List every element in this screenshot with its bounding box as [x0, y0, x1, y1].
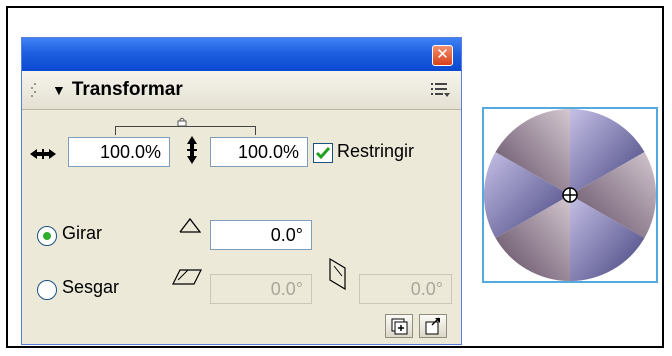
- constrain-checkbox[interactable]: [313, 143, 333, 163]
- constrain-label[interactable]: Restringir: [337, 141, 414, 162]
- close-button[interactable]: ✕: [432, 45, 453, 66]
- drag-grip-icon[interactable]: [31, 83, 37, 99]
- skew-vertical-field[interactable]: 0.0°: [359, 274, 452, 304]
- scale-width-icon: [30, 147, 56, 166]
- rotate-radio[interactable]: [37, 226, 57, 246]
- transform-panel: ✕ ▼ Transformar 100.0% 100.0% Restringir…: [21, 37, 462, 345]
- panel-header[interactable]: ▼ Transformar: [22, 71, 461, 110]
- copy-transform-button[interactable]: [385, 314, 413, 338]
- scale-height-field[interactable]: 100.0%: [210, 137, 308, 167]
- rotate-angle-icon: [179, 217, 202, 238]
- collapse-arrow-icon[interactable]: ▼: [52, 82, 66, 98]
- skew-horizontal-field[interactable]: 0.0°: [210, 274, 312, 304]
- radio-selected-dot: [43, 232, 51, 240]
- panel-options-icon[interactable]: [431, 81, 451, 104]
- scale-width-field[interactable]: 100.0%: [68, 137, 170, 167]
- rotate-label[interactable]: Girar: [62, 223, 102, 244]
- reset-transform-button[interactable]: [419, 314, 447, 338]
- skew-vertical-icon: [328, 257, 348, 295]
- rotated-circle-graphic[interactable]: [483, 108, 657, 281]
- skew-horizontal-icon: [172, 268, 202, 291]
- panel-content: 100.0% 100.0% Restringir Girar 0.0° Sesg…: [22, 110, 461, 344]
- panel-title-bar[interactable]: ✕: [22, 38, 461, 71]
- panel-title-text: Transformar: [71, 79, 183, 100]
- skew-label[interactable]: Sesgar: [62, 277, 119, 298]
- scale-height-icon: [185, 136, 199, 169]
- transform-point-icon[interactable]: [562, 187, 578, 203]
- lock-icon: [177, 114, 187, 132]
- rotate-field[interactable]: 0.0°: [210, 220, 312, 250]
- object-preview[interactable]: [482, 107, 658, 283]
- skew-radio[interactable]: [37, 280, 57, 300]
- panel-title[interactable]: ▼ Transformar: [52, 79, 183, 101]
